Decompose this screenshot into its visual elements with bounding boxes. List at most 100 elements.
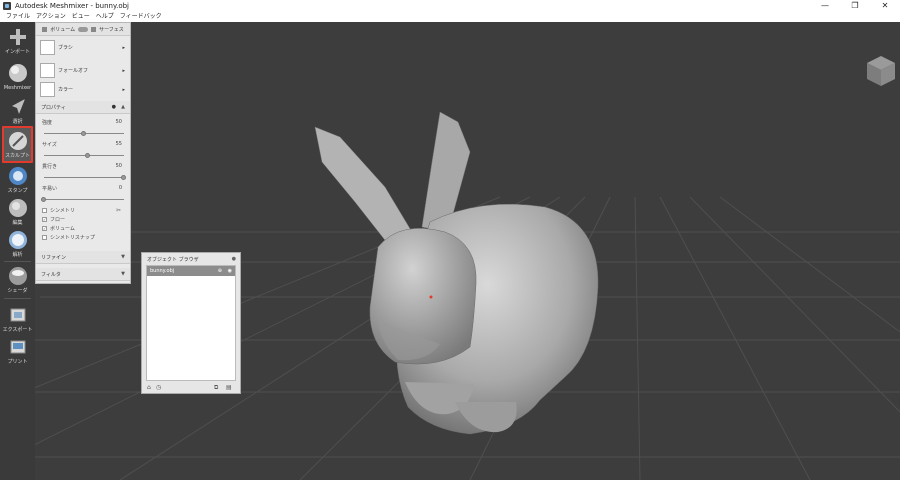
surface-mode-icon[interactable] xyxy=(91,26,97,32)
depth-slider-knob[interactable] xyxy=(121,175,126,180)
toolbar-divider xyxy=(4,261,31,262)
object-browser-header: オブジェクト ブラウザ ● xyxy=(142,253,240,265)
color-swatch xyxy=(40,82,55,97)
minimize-button[interactable]: — xyxy=(810,0,840,12)
symmetry-snap-label: シンメトリスナップ xyxy=(50,235,95,241)
filter-header[interactable]: フィルタ ▼ xyxy=(36,268,130,281)
sculpt-tool[interactable]: スカルプト xyxy=(2,126,33,163)
object-list: bunny.obj ⊕ ◉ xyxy=(146,265,236,381)
tool-label: 編集 xyxy=(12,220,23,226)
strength-value: 50 xyxy=(115,119,122,125)
settings-icon[interactable]: ● xyxy=(112,104,116,110)
lazy-label: 平易い xyxy=(42,186,58,192)
view-cube-icon[interactable] xyxy=(864,54,898,88)
eye-icon[interactable]: ◉ xyxy=(228,268,232,274)
edit-icon xyxy=(8,199,27,217)
depth-slider-track[interactable] xyxy=(44,177,124,178)
menu-feedback[interactable]: フィードバック xyxy=(117,12,165,22)
meshmixer-window: Autodesk Meshmixer - bunny.obj — ❐ ✕ ファイ… xyxy=(0,0,900,480)
menu-view[interactable]: ビュー xyxy=(69,12,93,22)
tool-label: スタンプ xyxy=(7,188,28,194)
shader-tool[interactable]: シェーダ xyxy=(2,263,33,300)
falloff-selector[interactable]: フォールオフ ▸ xyxy=(36,61,130,80)
color-selector[interactable]: カラー ▸ xyxy=(36,80,130,99)
symmetry-checkbox[interactable]: シンメトリ xyxy=(42,207,75,214)
checkbox-box[interactable]: ✓ xyxy=(42,217,47,222)
print-tool[interactable]: プリント xyxy=(2,334,33,371)
depth-value: 50 xyxy=(115,163,122,169)
flow-label: フロー xyxy=(50,217,66,223)
falloff-label: フォールオフ xyxy=(58,68,89,74)
clock-icon[interactable]: ◷ xyxy=(156,384,161,391)
size-slider-knob[interactable] xyxy=(85,153,90,158)
object-info-icon[interactable]: ⌂ xyxy=(147,384,151,391)
title-bar: Autodesk Meshmixer - bunny.obj — ❐ ✕ xyxy=(0,0,900,12)
toolbar-divider xyxy=(4,298,31,299)
volume-mode-icon[interactable] xyxy=(42,26,48,32)
surface-mode-label[interactable]: サーフェス xyxy=(99,26,124,33)
properties-label: プロパティ xyxy=(41,104,66,111)
properties-header[interactable]: プロパティ ● ▲ xyxy=(36,101,130,114)
tool-label: エクスポート xyxy=(2,327,33,333)
mode-toggle[interactable] xyxy=(78,26,89,32)
color-label: カラー xyxy=(58,87,74,93)
app-icon xyxy=(3,2,11,10)
list-item[interactable]: bunny.obj ⊕ ◉ xyxy=(147,266,235,276)
maximize-button[interactable]: ❐ xyxy=(840,0,870,12)
menu-actions[interactable]: アクション xyxy=(33,12,69,22)
volume-label: ボリューム xyxy=(50,226,75,232)
object-name: bunny.obj xyxy=(150,268,175,274)
window-title: Autodesk Meshmixer - bunny.obj xyxy=(15,2,130,10)
checkbox-box[interactable] xyxy=(42,235,47,240)
meshmixer-sphere-icon xyxy=(8,64,27,82)
lazy-value: 0 xyxy=(118,185,122,191)
size-value: 55 xyxy=(115,141,122,147)
checkbox-box[interactable] xyxy=(42,208,47,213)
flow-checkbox[interactable]: ✓ フロー xyxy=(42,216,65,223)
tool-label: 解析 xyxy=(12,252,23,258)
analysis-icon xyxy=(8,231,27,249)
chevron-down-icon: ▼ xyxy=(121,271,125,277)
sculpt-panel: ボリューム サーフェス ブラシ ▸ フォールオフ ▸ カラー ▸ プロパティ ●… xyxy=(35,22,131,284)
menu-bar: ファイル アクション ビュー ヘルプ フィードバック xyxy=(0,12,900,22)
stamp-icon xyxy=(8,167,27,185)
gear-icon[interactable]: ● xyxy=(232,256,236,262)
meshmixer-tool[interactable]: Meshmixer xyxy=(2,60,33,97)
checkbox-box[interactable]: ✓ xyxy=(42,226,47,231)
brush-label: ブラシ xyxy=(58,45,73,51)
tool-label: Meshmixer xyxy=(3,85,32,91)
duplicate-icon[interactable]: ⧉ xyxy=(214,384,218,392)
object-browser-title: オブジェクト ブラウザ xyxy=(147,256,199,263)
select-arrow-icon xyxy=(11,99,25,114)
3d-viewport[interactable] xyxy=(0,22,900,480)
chevron-down-icon: ▼ xyxy=(121,254,125,260)
symmetry-tool-icon[interactable]: ✂ xyxy=(116,207,121,214)
import-tool[interactable]: インポート xyxy=(2,24,33,61)
chevron-right-icon: ▸ xyxy=(122,67,125,74)
size-slider-track[interactable] xyxy=(44,155,124,156)
lazy-slider-track[interactable] xyxy=(44,199,124,200)
object-browser-footer: ⌂ ◷ ⧉ ▤ xyxy=(142,382,240,394)
analysis-tool[interactable]: 解析 xyxy=(2,227,33,264)
strength-slider-knob[interactable] xyxy=(81,131,86,136)
tool-label: 選択 xyxy=(12,119,23,125)
sculpt-brush-icon xyxy=(8,132,27,150)
volume-mode-label[interactable]: ボリューム xyxy=(50,26,75,33)
lock-icon[interactable]: ⊕ xyxy=(218,268,222,274)
close-button[interactable]: ✕ xyxy=(870,0,900,12)
volume-checkbox[interactable]: ✓ ボリューム xyxy=(42,225,75,232)
lazy-slider-knob[interactable] xyxy=(41,197,46,202)
brush-selector[interactable]: ブラシ ▸ xyxy=(36,38,130,57)
menu-file[interactable]: ファイル xyxy=(3,12,33,22)
symmetry-snap-checkbox[interactable]: シンメトリスナップ xyxy=(42,234,95,241)
menu-help[interactable]: ヘルプ xyxy=(93,12,117,22)
trash-icon[interactable]: ▤ xyxy=(226,384,232,391)
refine-label: リファイン xyxy=(41,254,67,261)
chevron-up-icon[interactable]: ▲ xyxy=(121,104,125,110)
tool-label: スカルプト xyxy=(4,153,30,159)
plus-icon xyxy=(9,29,26,45)
bunny-model[interactable] xyxy=(0,22,900,480)
refine-header[interactable]: リファイン ▼ xyxy=(36,251,130,264)
main-toolbar: インポート Meshmixer 選択 スカルプト スタンプ 編集 解析 シェーダ… xyxy=(0,22,35,480)
depth-label: 貫行き xyxy=(42,164,58,170)
